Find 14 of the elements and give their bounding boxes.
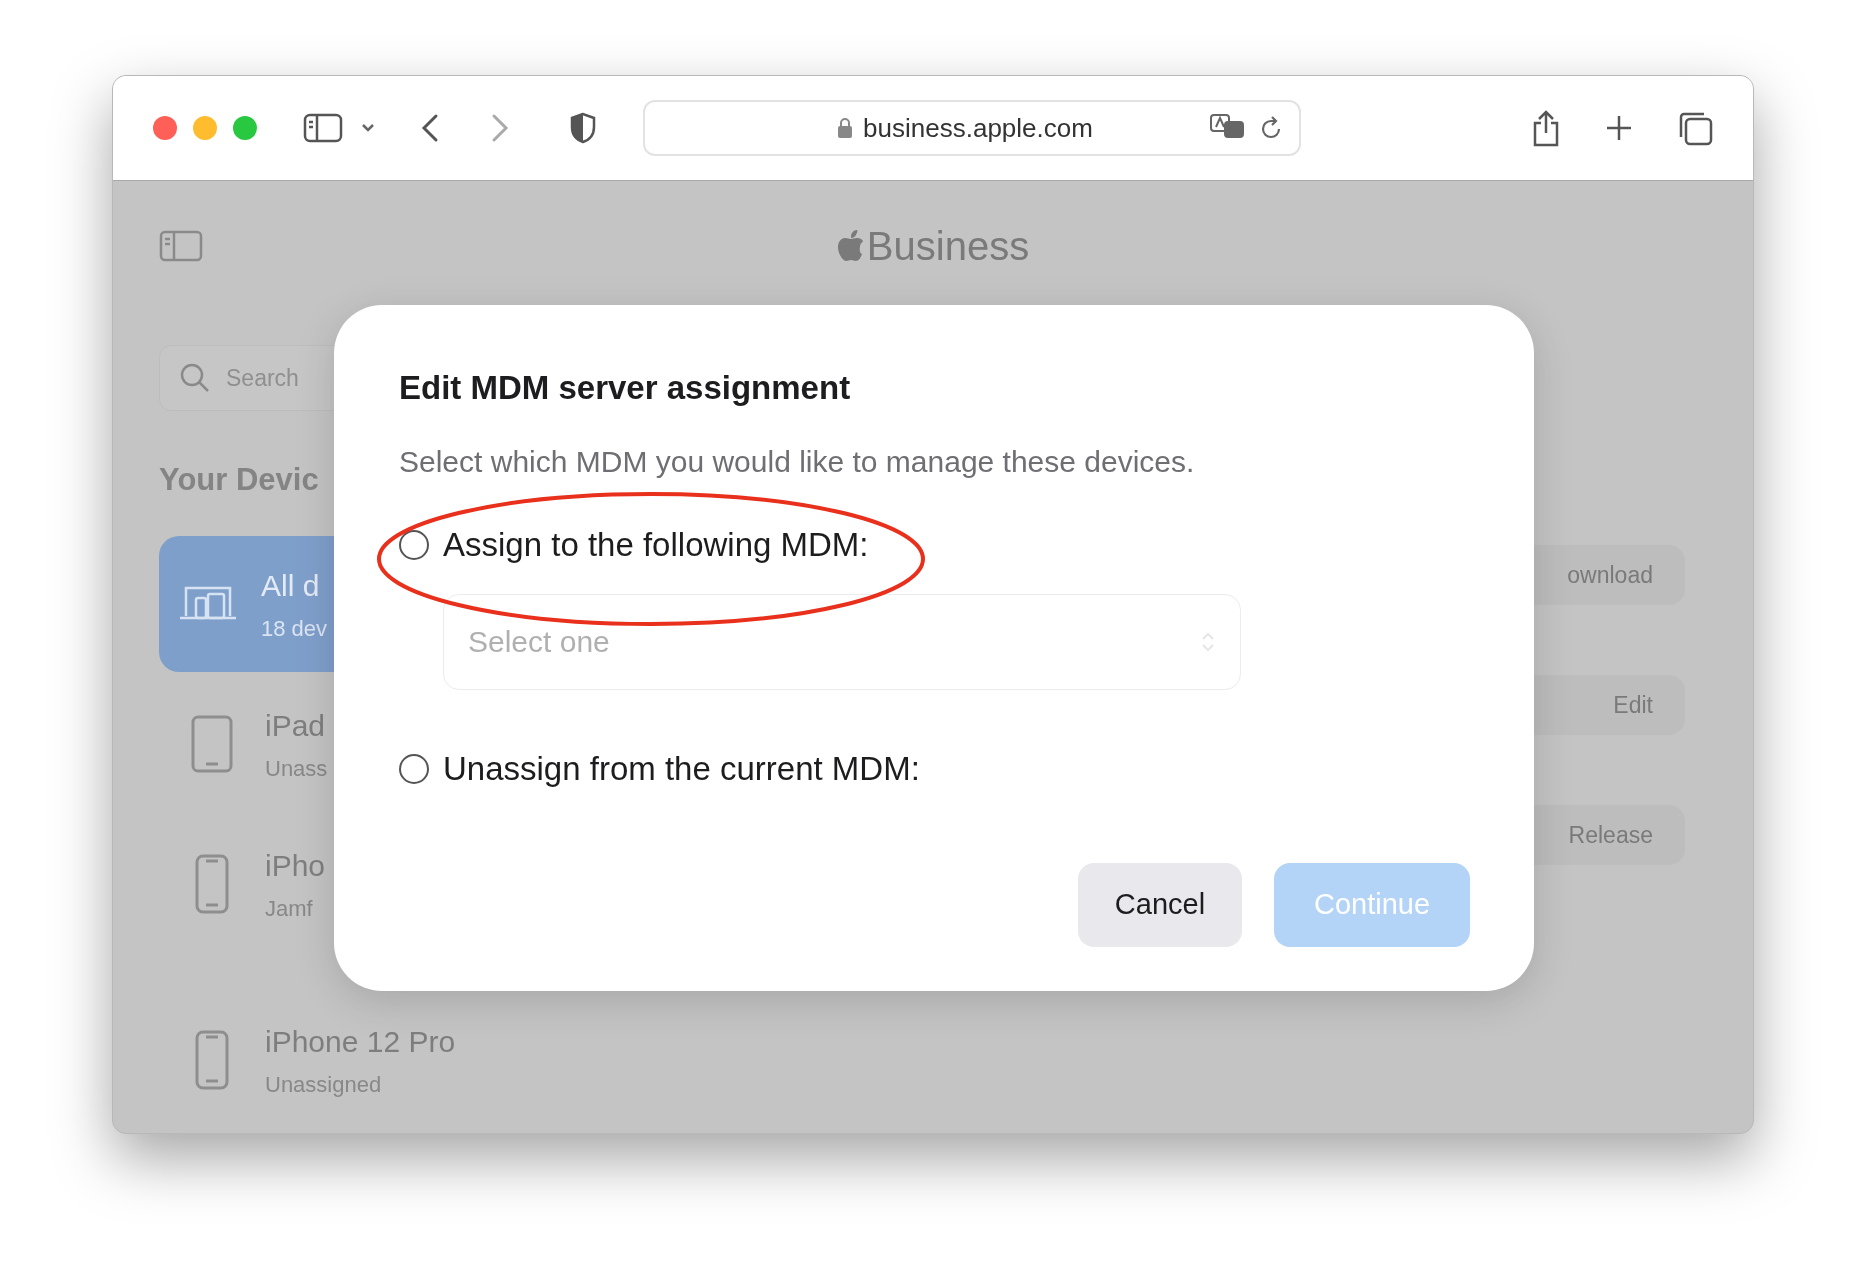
logo-text: Business (866, 223, 1030, 270)
device-name: iPhone 12 Pro (265, 1023, 456, 1060)
device-name: iPho (265, 847, 326, 884)
device-detail: Unass (265, 754, 328, 783)
device-detail: Jamf (265, 894, 314, 923)
device-detail: Unassigned (265, 1070, 383, 1099)
device-detail: 18 dev (261, 614, 328, 643)
dialog-description: Select which MDM you would like to manage these devices. (399, 443, 1196, 480)
device-name: iPad (265, 707, 327, 744)
select-placeholder: Select one (468, 624, 611, 660)
url-text: business.apple.com (863, 111, 1093, 145)
dialog-title: Edit MDM server assignment (399, 368, 852, 408)
section-title: Your Devic (159, 461, 319, 499)
device-name: All d (261, 567, 321, 604)
